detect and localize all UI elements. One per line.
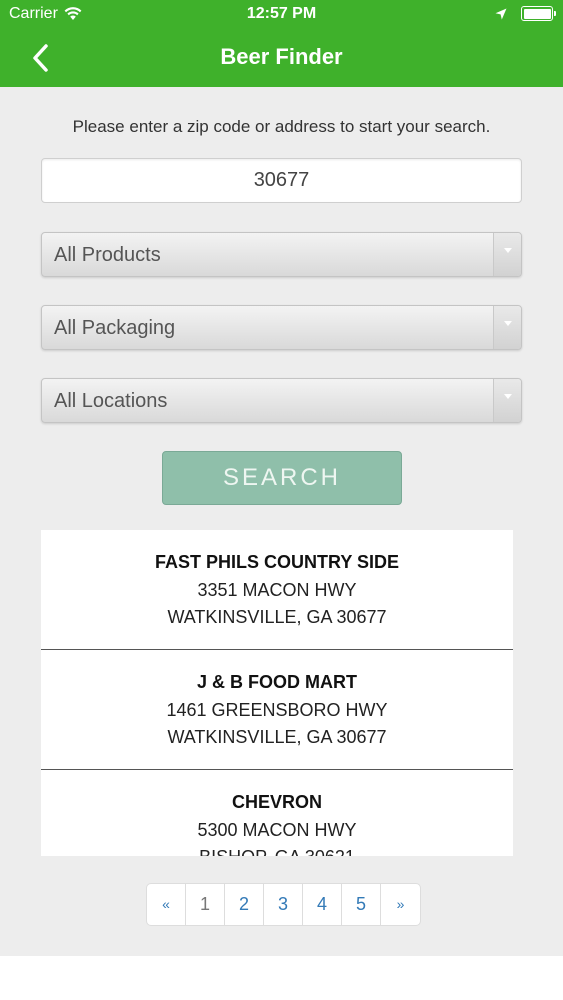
pagination-page-3[interactable]: 3 — [264, 884, 303, 925]
status-indicators — [495, 6, 556, 21]
bottom-bar — [0, 956, 563, 1000]
result-item[interactable]: J & B FOOD MART 1461 GREENSBORO HWY WATK… — [41, 650, 513, 770]
store-name: J & B FOOD MART — [197, 672, 357, 692]
pagination-page-4[interactable]: 4 — [303, 884, 342, 925]
battery-icon — [521, 6, 556, 21]
result-item[interactable]: FAST PHILS COUNTRY SIDE 3351 MACON HWY W… — [41, 530, 513, 650]
chevron-down-icon — [493, 233, 521, 276]
pagination-page-5[interactable]: 5 — [342, 884, 381, 925]
pagination-page-2[interactable]: 2 — [225, 884, 264, 925]
products-select-label: All Products — [54, 244, 161, 266]
store-name: FAST PHILS COUNTRY SIDE — [154, 552, 400, 572]
locations-select[interactable]: All Locations — [41, 378, 522, 423]
page-title: Beer Finder — [220, 44, 343, 69]
battery-fill — [523, 8, 551, 19]
store-address: 5300 MACON HWY — [197, 820, 357, 840]
products-select[interactable]: All Products — [41, 232, 522, 277]
store-address: 1461 GREENSBORO HWY — [166, 700, 388, 720]
result-item[interactable]: CHEVRON 5300 MACON HWY BISHOP, GA 30621 — [41, 770, 513, 856]
chevron-down-icon — [493, 306, 521, 349]
results-list[interactable]: FAST PHILS COUNTRY SIDE 3351 MACON HWY W… — [41, 530, 513, 856]
store-city: WATKINSVILLE, GA 30677 — [167, 607, 387, 627]
store-name: CHEVRON — [231, 792, 322, 812]
status-bar: Carrier 12:57 PM — [0, 0, 563, 30]
pagination-page-1[interactable]: 1 — [186, 884, 225, 925]
chevron-down-icon — [493, 379, 521, 422]
location-arrow-icon — [495, 8, 507, 19]
pagination: « 1 2 3 4 5 » — [146, 883, 421, 926]
store-address: 3351 MACON HWY — [197, 580, 357, 600]
store-city: BISHOP, GA 30621 — [41, 844, 513, 856]
packaging-select-label: All Packaging — [54, 317, 176, 339]
pagination-prev[interactable]: « — [147, 884, 186, 925]
packaging-select[interactable]: All Packaging — [41, 305, 522, 350]
search-instructions: Please enter a zip code or address to st… — [72, 117, 491, 136]
locations-select-label: All Locations — [54, 390, 168, 412]
store-city: WATKINSVILLE, GA 30677 — [167, 727, 387, 747]
status-time: 12:57 PM — [246, 5, 317, 22]
pagination-next[interactable]: » — [381, 884, 420, 925]
zip-code-input[interactable] — [41, 158, 522, 203]
search-button[interactable]: SEARCH — [162, 451, 402, 505]
nav-bar: Beer Finder — [0, 30, 563, 87]
